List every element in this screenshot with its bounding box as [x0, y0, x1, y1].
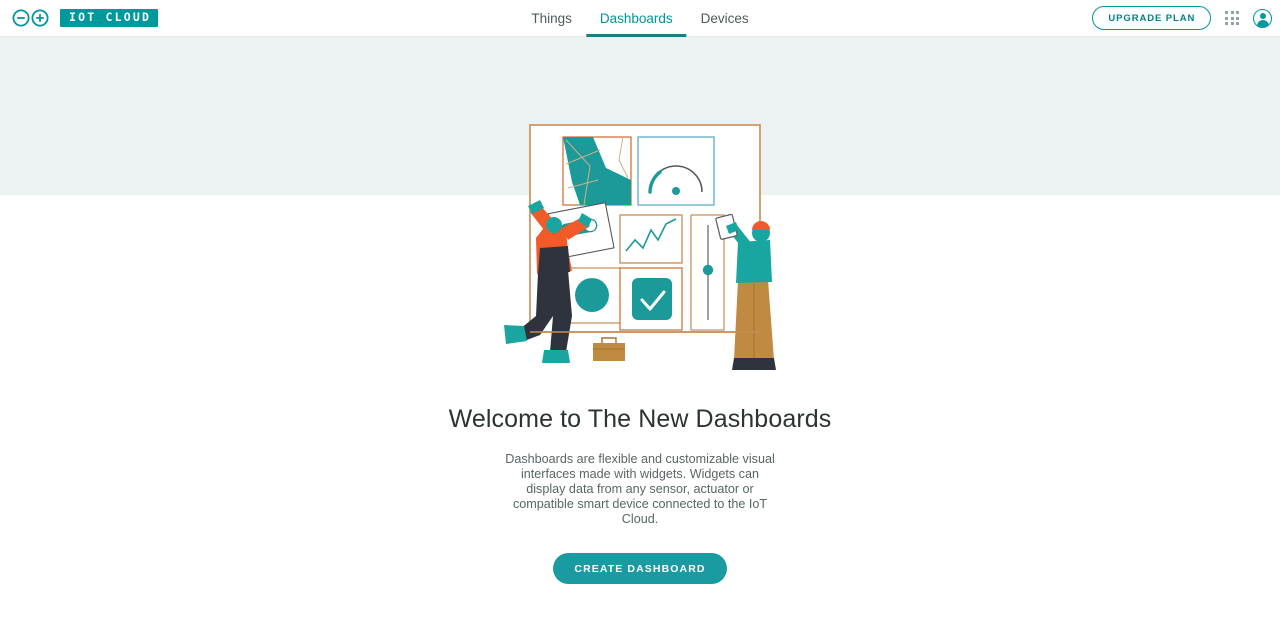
nav-item-things[interactable]: Things [517, 0, 586, 37]
apps-grid-icon[interactable] [1225, 11, 1239, 25]
user-avatar-icon[interactable] [1253, 8, 1272, 28]
widget-check-illustration [619, 267, 683, 331]
main-content: Welcome to The New Dashboards Dashboards… [0, 124, 1280, 627]
header-actions: UPGRADE PLAN [1092, 6, 1272, 30]
avatar-head [1259, 12, 1266, 19]
nav-item-dashboards[interactable]: Dashboards [585, 0, 687, 37]
top-header: IOT CLOUD Things Dashboards Devices UPGR… [0, 0, 1280, 37]
nav-item-things-label: Things [531, 10, 572, 26]
page-title: Welcome to The New Dashboards [448, 405, 832, 433]
nav-item-devices[interactable]: Devices [687, 0, 763, 37]
nav-item-devices-label: Devices [700, 10, 749, 26]
brand-badge-label: IOT CLOUD [60, 9, 159, 27]
toolbox-illustration [593, 337, 625, 361]
widget-gauge-illustration [637, 136, 715, 206]
main-nav: Things Dashboards Devices [517, 0, 762, 37]
dashboards-empty-state-illustration [504, 124, 776, 370]
upgrade-plan-button[interactable]: UPGRADE PLAN [1092, 6, 1212, 30]
brand[interactable]: IOT CLOUD [0, 8, 159, 28]
nav-item-dashboards-label: Dashboards [599, 10, 673, 26]
widget-map-illustration [562, 136, 632, 206]
empty-state-content: Welcome to The New Dashboards Dashboards… [0, 405, 1280, 584]
create-dashboard-button[interactable]: CREATE DASHBOARD [553, 553, 727, 584]
widget-line-chart-illustration [619, 214, 683, 264]
avatar-body [1256, 19, 1269, 27]
page-description: Dashboards are flexible and customizable… [505, 452, 775, 526]
arduino-infinity-icon [12, 9, 49, 27]
